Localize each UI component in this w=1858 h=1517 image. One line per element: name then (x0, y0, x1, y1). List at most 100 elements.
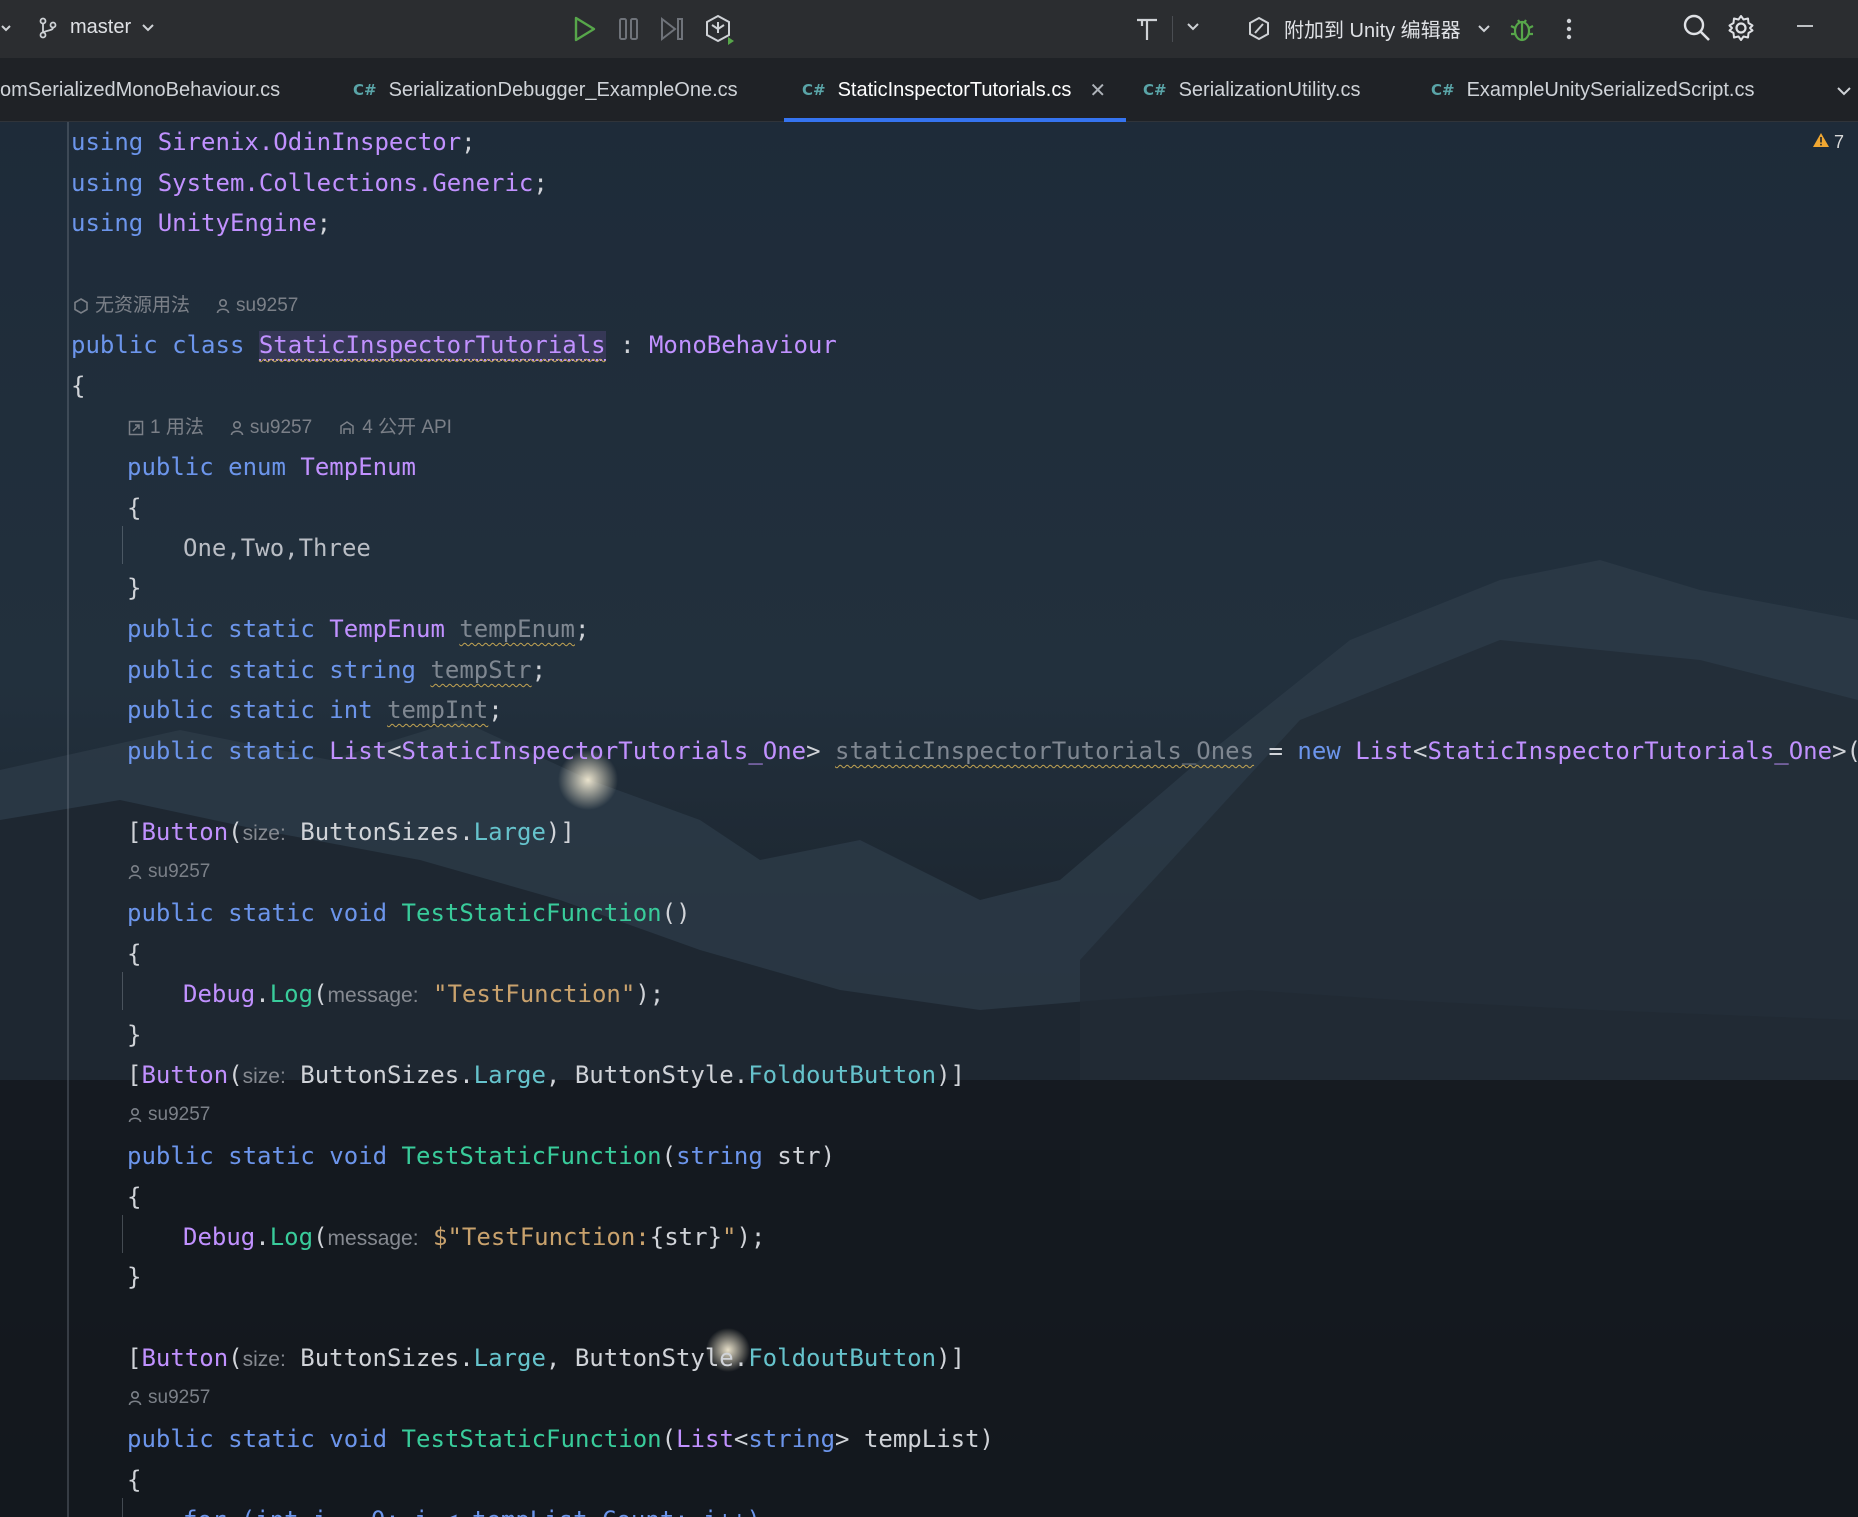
search-icon (1682, 13, 1712, 43)
author-icon (128, 1390, 142, 1406)
attach-unity-button[interactable]: 附加到 Unity 编辑器 (1246, 14, 1491, 43)
code-line: } (127, 1021, 142, 1049)
code-line: for (int i = 0; i < tempList.Count; i++) (183, 1500, 761, 1517)
code-line: { (127, 1466, 142, 1494)
csharp-file-icon: C# (1431, 81, 1455, 99)
build-menu-button[interactable] (1186, 22, 1200, 32)
csharp-file-icon: C# (353, 81, 377, 99)
branch-selector[interactable]: master (38, 16, 155, 39)
usages-icon (128, 420, 144, 436)
code-line: public static void TestStaticFunction(st… (127, 1142, 836, 1170)
author-icon (216, 298, 230, 314)
unity-debug-button[interactable] (702, 13, 736, 45)
tab-label: SerializationDebugger_ExampleOne.cs (388, 78, 738, 101)
csharp-file-icon: C# (802, 81, 826, 99)
code-editor[interactable]: 7 using Sirenix.OdinInspector; using Sys… (0, 122, 1858, 1517)
csharp-file-icon: C# (1143, 81, 1167, 99)
code-line: [Button(size: ButtonSizes.Large)] (127, 818, 575, 846)
build-button[interactable] (1134, 14, 1160, 44)
chevron-left-icon[interactable] (0, 18, 12, 38)
code-line: Debug.Log(message: $"TestFunction:{str}"… (183, 1223, 766, 1251)
method-author-hint[interactable]: su9257 (128, 1383, 210, 1413)
settings-button[interactable] (1726, 13, 1756, 43)
code-line: [Button(size: ButtonSizes.Large, ButtonS… (127, 1344, 965, 1372)
indent-guide (122, 1215, 123, 1253)
code-line: Debug.Log(message: "TestFunction"); (183, 980, 665, 1008)
code-line: public static List<StaticInspectorTutori… (127, 737, 1858, 765)
close-tab-icon[interactable]: ✕ (1089, 78, 1106, 103)
code-line: using System.Collections.Generic; (71, 169, 548, 197)
search-button[interactable] (1682, 13, 1712, 43)
pause-icon (616, 14, 642, 44)
code-line: { (127, 494, 142, 522)
more-button[interactable] (1564, 14, 1574, 44)
code-line: public static void TestStaticFunction(Li… (127, 1425, 994, 1453)
chevron-down-icon (1836, 79, 1852, 102)
attach-icon (1246, 15, 1272, 43)
method-author-hint[interactable]: su9257 (128, 857, 210, 887)
author-icon (128, 1107, 142, 1123)
tab-label: ExampleUnitySerializedScript.cs (1466, 78, 1755, 101)
gutter-border (67, 122, 69, 1517)
step-icon (658, 14, 686, 44)
enum-inlay-hints[interactable]: 1 用法 su9257 4 公开 API (128, 413, 452, 443)
method-author-hint[interactable]: su9257 (128, 1100, 210, 1130)
warning-indicator[interactable]: 7 (1812, 132, 1844, 153)
code-line: public enum TempEnum (127, 453, 416, 481)
class-inlay-hints[interactable]: 无资源用法 su9257 (73, 291, 298, 321)
enum-usages-hint: 1 用法 (150, 417, 204, 438)
build-icon (1134, 14, 1160, 44)
class-author-hint: su9257 (236, 295, 299, 316)
enum-api-hint: 4 公开 API (362, 417, 452, 438)
code-line: using UnityEngine; (71, 209, 332, 237)
author-icon (230, 420, 244, 436)
indent-guide (122, 972, 123, 1010)
tab-omserializedmonobehaviour[interactable]: omSerializedMonoBehaviour.cs (0, 58, 280, 122)
code-line: public static int tempInt; (127, 696, 503, 724)
indent-guide (122, 1498, 123, 1517)
tab-serializationutility[interactable]: C# SerializationUtility.cs (1143, 58, 1360, 122)
settings-icon (1726, 13, 1756, 43)
code-line: { (127, 1183, 142, 1211)
editor-tabs: omSerializedMonoBehaviour.cs C# Serializ… (0, 58, 1858, 122)
code-line: public static void TestStaticFunction() (127, 899, 691, 927)
unity-debug-icon (702, 13, 736, 45)
code-line: } (127, 1263, 142, 1291)
branch-icon (38, 17, 58, 39)
tab-serializationdebugger[interactable]: C# SerializationDebugger_ExampleOne.cs (353, 58, 738, 122)
main-toolbar: master 附加到 Unity 编辑器 (0, 0, 1858, 58)
code-line: [Button(size: ButtonSizes.Large, ButtonS… (127, 1061, 965, 1089)
ide-window: master 附加到 Unity 编辑器 omSerializedMonoBeh… (0, 0, 1858, 1517)
api-icon (338, 420, 356, 436)
more-icon (1564, 14, 1574, 44)
tab-label: StaticInspectorTutorials.cs (837, 78, 1072, 101)
debug-button[interactable] (1508, 14, 1536, 44)
code-line: One,Two,Three (183, 534, 371, 562)
code-line: public static string tempStr; (127, 656, 547, 684)
minimize-button[interactable] (1796, 24, 1814, 28)
chevron-down-icon (141, 23, 155, 33)
unity-asset-icon (73, 298, 89, 314)
branch-label: master (70, 16, 132, 38)
code-line: public static TempEnum tempEnum; (127, 615, 590, 643)
chevron-down-icon (1477, 24, 1491, 34)
run-icon (570, 14, 598, 44)
tabs-overflow-button[interactable] (1836, 58, 1852, 122)
code-line: } (127, 574, 142, 602)
code-line: using Sirenix.OdinInspector; (71, 128, 476, 156)
tab-exampleunityserializedscript[interactable]: C# ExampleUnitySerializedScript.cs (1431, 58, 1754, 122)
author-icon (128, 864, 142, 880)
class-usages-hint: 无资源用法 (95, 295, 191, 316)
warning-icon (1812, 132, 1830, 153)
minimize-icon (1796, 24, 1814, 28)
attach-label: 附加到 Unity 编辑器 (1284, 20, 1461, 42)
code-line: { (127, 940, 142, 968)
code-line: { (71, 372, 86, 400)
step-button[interactable] (658, 14, 686, 44)
run-button[interactable] (570, 14, 598, 44)
indent-guide (122, 526, 123, 564)
pause-button[interactable] (616, 14, 642, 44)
tab-label: SerializationUtility.cs (1178, 78, 1361, 101)
tab-staticinspectortutorials[interactable]: C# StaticInspectorTutorials.cs ✕ (784, 58, 1126, 122)
chevron-down-icon (1186, 22, 1200, 32)
